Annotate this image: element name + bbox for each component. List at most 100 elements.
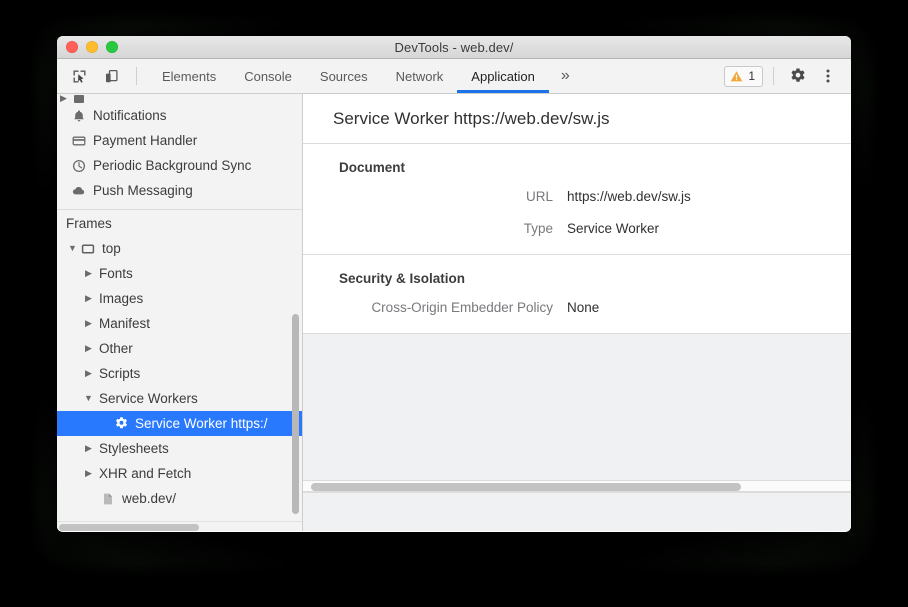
sidebar-item-other[interactable]: ▶ Other <box>57 336 302 361</box>
sidebar-item-stylesheets[interactable]: ▶ Stylesheets <box>57 436 302 461</box>
document-section-title: Document <box>303 160 851 175</box>
security-isolation-section-title: Security & Isolation <box>303 271 851 286</box>
minimize-window-button[interactable] <box>86 41 98 53</box>
sidebar-item-service-workers-label: Service Workers <box>99 391 198 406</box>
sidebar-item-notifications[interactable]: Notifications <box>57 103 302 128</box>
twisty-fonts[interactable]: ▶ <box>82 269 95 278</box>
sidebar-section-frames: Frames <box>57 209 302 236</box>
field-row-url: URL https://web.dev/sw.js <box>303 189 851 204</box>
field-value-url: https://web.dev/sw.js <box>567 189 691 204</box>
field-label-type: Type <box>303 221 567 236</box>
window-titlebar: DevTools - web.dev/ <box>57 36 851 59</box>
tab-sources[interactable]: Sources <box>306 59 382 93</box>
frame-icon <box>79 242 97 256</box>
tab-application[interactable]: Application <box>457 59 549 93</box>
clipped-icon <box>70 94 88 103</box>
bell-icon <box>70 109 88 123</box>
application-main-panel: Service Worker https://web.dev/sw.js Doc… <box>303 94 851 531</box>
main-bottom-strip <box>303 493 851 531</box>
credit-card-icon <box>70 134 88 148</box>
sidebar-item-notifications-label: Notifications <box>93 108 167 123</box>
sidebar-item-push-messaging-label: Push Messaging <box>93 183 193 198</box>
tab-network[interactable]: Network <box>382 59 458 93</box>
twisty-xhr-and-fetch[interactable]: ▶ <box>82 469 95 478</box>
sidebar-item-service-worker-selected-label: Service Worker https:/ <box>135 416 268 431</box>
application-sidebar: ▶ Notifi <box>57 94 303 531</box>
document-icon <box>99 492 117 506</box>
sidebar-vertical-scrollbar[interactable] <box>292 314 299 514</box>
sidebar-item-images-label: Images <box>99 291 143 306</box>
field-row-coep: Cross-Origin Embedder Policy None <box>303 300 851 315</box>
twisty-other[interactable]: ▶ <box>82 344 95 353</box>
warning-count: 1 <box>748 69 755 83</box>
sidebar-item-images[interactable]: ▶ Images <box>57 286 302 311</box>
sidebar-scroll-area: ▶ Notifi <box>57 94 302 521</box>
settings-button[interactable] <box>784 63 812 89</box>
devtools-window: DevTools - web.dev/ <box>57 36 851 532</box>
field-label-url: URL <box>303 189 567 204</box>
toolbar-left-group <box>57 59 144 93</box>
sidebar-item-scripts[interactable]: ▶ Scripts <box>57 361 302 386</box>
twisty-service-workers[interactable]: ▼ <box>82 394 95 403</box>
sidebar-item-service-workers[interactable]: ▼ Service Workers <box>57 386 302 411</box>
sidebar-item-xhr-and-fetch[interactable]: ▶ XHR and Fetch <box>57 461 302 486</box>
toolbar-right-group: 1 <box>724 59 851 93</box>
twisty-manifest[interactable]: ▶ <box>82 319 95 328</box>
main-panel-empty-area <box>303 334 851 493</box>
sidebar-item-top-label: top <box>102 241 121 256</box>
twisty-images[interactable]: ▶ <box>82 294 95 303</box>
field-value-coep: None <box>567 300 599 315</box>
twisty-clipped: ▶ <box>57 94 70 103</box>
main-horizontal-scrollbar-thumb[interactable] <box>311 483 741 491</box>
sidebar-item-stylesheets-label: Stylesheets <box>99 441 169 456</box>
sidebar-item-scripts-label: Scripts <box>99 366 140 381</box>
sidebar-horizontal-scrollbar-thumb[interactable] <box>59 524 199 531</box>
sidebar-item-xhr-and-fetch-label: XHR and Fetch <box>99 466 191 481</box>
panel-tabs: Elements Console Sources Network Applica… <box>148 59 582 93</box>
sidebar-item-clipped-above[interactable]: ▶ <box>57 94 302 103</box>
sidebar-item-manifest[interactable]: ▶ Manifest <box>57 311 302 336</box>
sidebar-item-push-messaging[interactable]: Push Messaging <box>57 178 302 203</box>
close-window-button[interactable] <box>66 41 78 53</box>
sidebar-item-payment-handler-label: Payment Handler <box>93 133 197 148</box>
traffic-light-group <box>66 41 118 53</box>
devtools-toolbar: Elements Console Sources Network Applica… <box>57 59 851 94</box>
warning-triangle-icon <box>730 70 743 83</box>
sidebar-item-periodic-background-sync[interactable]: Periodic Background Sync <box>57 153 302 178</box>
toolbar-divider-left <box>136 67 137 85</box>
sidebar-item-other-label: Other <box>99 341 133 356</box>
gear-icon <box>789 67 807 85</box>
warning-badge[interactable]: 1 <box>724 66 763 87</box>
more-tabs-button[interactable]: » <box>549 59 582 93</box>
device-toolbar-icon <box>103 68 120 85</box>
maximize-window-button[interactable] <box>106 41 118 53</box>
sidebar-item-fonts-label: Fonts <box>99 266 133 281</box>
field-label-coep: Cross-Origin Embedder Policy <box>303 300 567 315</box>
sidebar-item-web-dev[interactable]: web.dev/ <box>57 486 302 511</box>
twisty-top[interactable]: ▼ <box>66 244 79 253</box>
device-toolbar-button[interactable] <box>97 63 125 89</box>
devtools-body: ▶ Notifi <box>57 94 851 531</box>
tab-console[interactable]: Console <box>230 59 306 93</box>
security-isolation-section: Security & Isolation Cross-Origin Embedd… <box>303 255 851 334</box>
tab-elements[interactable]: Elements <box>148 59 230 93</box>
toolbar-divider-right <box>773 67 774 85</box>
sidebar-item-payment-handler[interactable]: Payment Handler <box>57 128 302 153</box>
clock-icon <box>70 159 88 173</box>
sidebar-item-service-worker-selected[interactable]: Service Worker https:/ <box>57 411 302 436</box>
sidebar-item-top[interactable]: ▼ top <box>57 236 302 261</box>
twisty-stylesheets[interactable]: ▶ <box>82 444 95 453</box>
main-menu-button[interactable] <box>814 63 842 89</box>
gear-icon <box>112 416 130 431</box>
sidebar-horizontal-scrollbar-track[interactable] <box>57 521 302 531</box>
twisty-scripts[interactable]: ▶ <box>82 369 95 378</box>
field-value-type: Service Worker <box>567 221 659 236</box>
main-horizontal-scrollbar-track[interactable] <box>303 480 851 492</box>
sidebar-item-manifest-label: Manifest <box>99 316 150 331</box>
page-title: Service Worker https://web.dev/sw.js <box>303 94 851 144</box>
inspect-element-button[interactable] <box>65 63 93 89</box>
cloud-icon <box>70 184 88 198</box>
sidebar-item-fonts[interactable]: ▶ Fonts <box>57 261 302 286</box>
document-section: Document URL https://web.dev/sw.js Type … <box>303 144 851 255</box>
window-title: DevTools - web.dev/ <box>57 40 851 55</box>
